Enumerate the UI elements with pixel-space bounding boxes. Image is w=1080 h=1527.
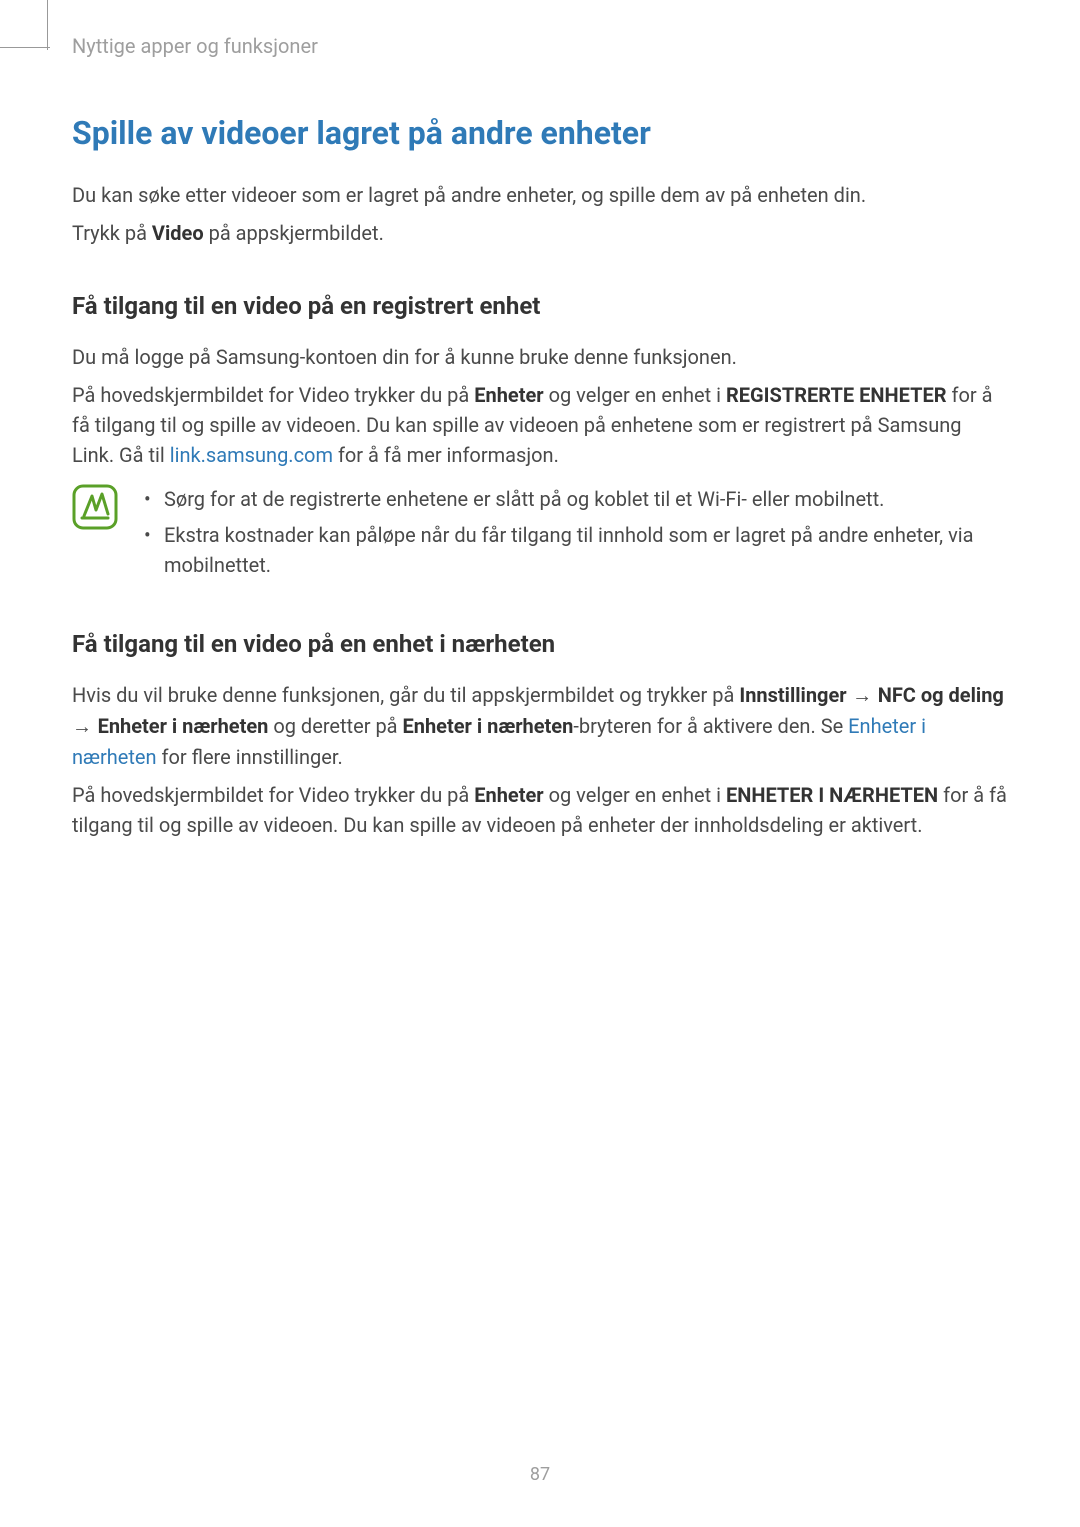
section1-paragraph-1: Du må logge på Samsung-kontoen din for å… xyxy=(72,342,1008,372)
bold-text: Enheter xyxy=(474,783,543,807)
text-segment: på appskjermbildet. xyxy=(204,221,384,245)
crop-mark-horizontal xyxy=(0,47,50,48)
link-samsung[interactable]: link.samsung.com xyxy=(170,443,333,467)
crop-mark-vertical xyxy=(47,0,48,50)
intro-paragraph-2: Trykk på Video på appskjermbildet. xyxy=(72,218,1008,248)
note-block: Sørg for at de registrerte enhetene er s… xyxy=(72,484,1008,586)
note-item-2: Ekstra kostnader kan påløpe når du får t… xyxy=(138,520,1008,580)
note-item-1: Sørg for at de registrerte enhetene er s… xyxy=(138,484,1008,514)
arrow-icon: → xyxy=(72,716,98,738)
intro-paragraph-1: Du kan søke etter videoer som er lagret … xyxy=(72,180,1008,210)
bold-text: Enheter i nærheten xyxy=(98,714,269,738)
bold-text: Enheter xyxy=(474,383,543,407)
text-segment: Trykk på xyxy=(72,221,152,245)
note-icon xyxy=(72,484,118,530)
page-title: Spille av videoer lagret på andre enhete… xyxy=(72,114,1008,152)
section2-paragraph-2: På hovedskjermbildet for Video trykker d… xyxy=(72,780,1008,840)
section-heading-nearby: Få tilgang til en video på en enhet i næ… xyxy=(72,630,1008,658)
section1-paragraph-2: På hovedskjermbildet for Video trykker d… xyxy=(72,380,1008,470)
text-segment: for å få mer informasjon. xyxy=(333,443,559,467)
text-segment: og deretter på xyxy=(268,714,402,738)
bold-text: NFC og deling xyxy=(878,683,1004,707)
page-number: 87 xyxy=(0,1464,1080,1485)
text-segment: På hovedskjermbildet for Video trykker d… xyxy=(72,783,474,807)
text-segment: og velger en enhet i xyxy=(544,383,726,407)
bold-text: Video xyxy=(152,221,204,245)
text-segment: og velger en enhet i xyxy=(544,783,726,807)
section2-paragraph-1: Hvis du vil bruke denne funksjonen, går … xyxy=(72,680,1008,772)
bold-text: ENHETER I NÆRHETEN xyxy=(726,783,938,807)
text-segment: -bryteren for å aktivere den. Se xyxy=(573,714,848,738)
bold-text: Innstillinger xyxy=(739,683,846,707)
bold-text: Enheter i nærheten xyxy=(403,714,574,738)
note-list: Sørg for at de registrerte enhetene er s… xyxy=(138,484,1008,586)
text-segment: Hvis du vil bruke denne funksjonen, går … xyxy=(72,683,739,707)
bold-text: REGISTRERTE ENHETER xyxy=(726,383,947,407)
text-segment: for flere innstillinger. xyxy=(157,745,343,769)
arrow-icon: → xyxy=(847,685,878,707)
breadcrumb: Nyttige apper og funksjoner xyxy=(72,34,1008,58)
section-heading-registered: Få tilgang til en video på en registrert… xyxy=(72,292,1008,320)
text-segment: På hovedskjermbildet for Video trykker d… xyxy=(72,383,474,407)
page-content: Nyttige apper og funksjoner Spille av vi… xyxy=(0,0,1080,840)
